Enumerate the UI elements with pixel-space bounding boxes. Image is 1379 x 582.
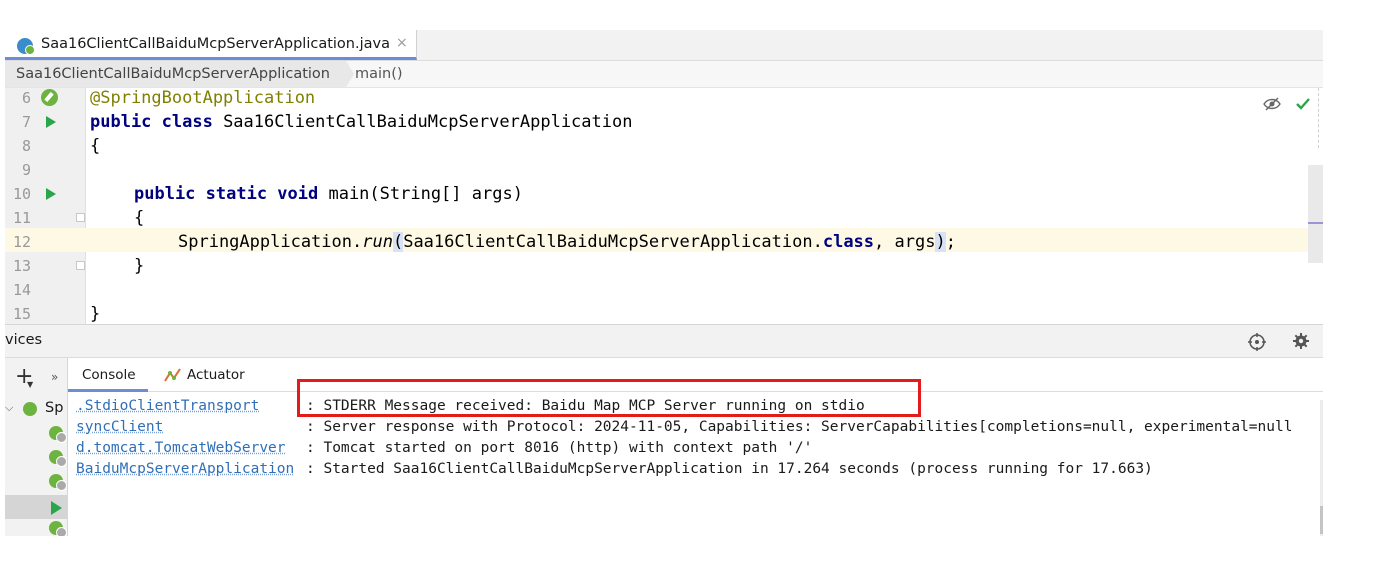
code-token: ;: [945, 232, 956, 252]
ide-window: Saa16ClientCallBaiduMcpServerApplication…: [5, 30, 1323, 536]
code-line: 8 {: [5, 134, 1323, 158]
logger-link[interactable]: syncClient: [76, 417, 163, 438]
line-number: 8: [21, 137, 31, 155]
log-message: : Server response with Protocol: 2024-11…: [306, 419, 1293, 435]
line-number: 11: [12, 209, 31, 227]
line-number: 9: [21, 161, 31, 179]
services-title: vices: [5, 332, 43, 348]
code-token: SpringApplication.: [178, 232, 363, 252]
tree-item-app[interactable]: [49, 521, 67, 536]
console-scrollbar-thumb[interactable]: [1320, 506, 1323, 534]
code-text: SpringApplication.run(Saa16ClientCallBai…: [178, 230, 956, 254]
breadcrumb-method[interactable]: main(): [355, 61, 403, 87]
java-spring-class-icon: [17, 38, 35, 55]
code-text: }: [134, 256, 145, 276]
editor-tab-bar: Saa16ClientCallBaiduMcpServerApplication…: [5, 30, 1323, 61]
code-editor[interactable]: 6 @SpringBootApplication 7 public class …: [5, 88, 1323, 324]
spring-boot-icon: [23, 402, 37, 416]
log-message: : Started Saa16ClientCallBaiduMcpServerA…: [306, 461, 1153, 477]
tree-item-running-selected[interactable]: [5, 495, 67, 519]
breadcrumb-class[interactable]: Saa16ClientCallBaiduMcpServerApplication: [5, 61, 354, 87]
editor-tab-label: Saa16ClientCallBaiduMcpServerApplication…: [41, 36, 390, 52]
logger-link[interactable]: .StdioClientTransport: [76, 396, 259, 417]
console-line: syncClient : Server response with Protoc…: [76, 417, 1292, 438]
breadcrumb: Saa16ClientCallBaiduMcpServerApplication…: [5, 61, 1323, 88]
code-line: 14: [5, 278, 1323, 302]
fold-marker-icon[interactable]: [76, 261, 85, 270]
run-method-icon[interactable]: [46, 188, 56, 200]
highlight-annotation-box: [297, 379, 921, 417]
code-token: , args: [874, 232, 936, 252]
tab-label: Console: [82, 367, 136, 383]
code-text: }: [90, 304, 101, 324]
chevron-down-icon: ⌵: [5, 401, 14, 414]
actuator-icon: [164, 368, 181, 382]
console-line: d.tomcat.TomcatWebServer : Tomcat starte…: [76, 438, 812, 459]
logger-link[interactable]: BaiduMcpServerApplication: [76, 459, 294, 480]
code-token: Saa16ClientCallBaiduMcpServerApplication…: [403, 232, 823, 252]
services-tree: + ▼ » ⌵ Sp: [5, 358, 68, 536]
line-number: 13: [12, 257, 31, 275]
keyword: class: [822, 232, 875, 252]
code-text: public class Saa16ClientCallBaiduMcpServ…: [90, 110, 632, 134]
app-status-icon: [56, 456, 67, 467]
close-tab-icon[interactable]: ×: [396, 35, 408, 51]
tree-item-app[interactable]: [49, 450, 67, 467]
fold-marker-icon[interactable]: [76, 213, 85, 222]
eye-crossed-icon[interactable]: [1263, 97, 1281, 111]
line-number: 6: [21, 89, 31, 107]
spring-bean-icon[interactable]: [41, 89, 58, 106]
app-status-icon: [56, 432, 67, 443]
line-number: 14: [12, 281, 31, 299]
code-text: public static void main(String[] args): [134, 182, 523, 206]
code-line: 9: [5, 158, 1323, 182]
method-signature: main(String[] args): [318, 184, 523, 204]
code-line: 6 @SpringBootApplication: [5, 88, 1323, 110]
log-message: : Tomcat started on port 8016 (http) wit…: [306, 440, 813, 456]
chevron-down-icon: ▼: [27, 380, 34, 389]
editor-right-edge: [1318, 88, 1323, 148]
tab-console[interactable]: Console: [68, 358, 148, 392]
tab-actuator[interactable]: Actuator: [160, 358, 260, 392]
running-icon: [51, 501, 62, 515]
services-header: vices: [5, 324, 1323, 358]
logger-link[interactable]: d.tomcat.TomcatWebServer: [76, 438, 286, 459]
app-status-icon: [56, 480, 67, 491]
target-icon[interactable]: [1248, 333, 1266, 351]
line-number: 7: [21, 113, 31, 131]
code-line: 10 public static void main(String[] args…: [5, 182, 1323, 206]
line-number: 12: [12, 233, 31, 251]
code-line: 7 public class Saa16ClientCallBaiduMcpSe…: [5, 110, 1323, 134]
tree-item-spring-boot[interactable]: ⌵ Sp: [5, 398, 67, 420]
code-line: 11 {: [5, 206, 1323, 230]
code-line: 13 }: [5, 254, 1323, 278]
tree-item-label: Sp: [45, 400, 64, 416]
code-text: {: [90, 136, 101, 156]
line-number: 15: [12, 305, 31, 323]
keyword: public class: [90, 112, 213, 132]
gear-icon[interactable]: [1293, 333, 1309, 349]
scrollbar-caret-marker: [1308, 222, 1323, 224]
run-class-icon[interactable]: [46, 116, 56, 128]
keyword: public static void: [134, 184, 319, 204]
tree-item-app[interactable]: [49, 426, 67, 443]
line-number: 10: [12, 185, 31, 203]
console-line: BaiduMcpServerApplication : Started Saa1…: [76, 459, 1153, 480]
editor-scrollbar[interactable]: [1308, 165, 1323, 263]
console-line: .StdioClientTransport : STDERR Message r…: [76, 396, 865, 417]
method-call: run: [362, 232, 393, 252]
code-text: {: [134, 208, 145, 228]
expand-toolbar-button[interactable]: »: [51, 370, 58, 384]
annotation-text: @SpringBootApplication: [90, 88, 316, 108]
tab-label: Actuator: [187, 367, 245, 383]
app-status-icon: [56, 527, 67, 536]
editor-tab[interactable]: Saa16ClientCallBaiduMcpServerApplication…: [5, 30, 417, 60]
code-line-current: 12 SpringApplication.run(Saa16ClientCall…: [5, 230, 1323, 254]
code-line: 15 }: [5, 302, 1323, 324]
matched-paren: (: [392, 232, 404, 252]
class-name: Saa16ClientCallBaiduMcpServerApplication: [212, 112, 633, 132]
check-icon[interactable]: [1295, 96, 1311, 112]
matched-paren: ): [935, 232, 946, 252]
tree-item-app[interactable]: [49, 474, 67, 491]
